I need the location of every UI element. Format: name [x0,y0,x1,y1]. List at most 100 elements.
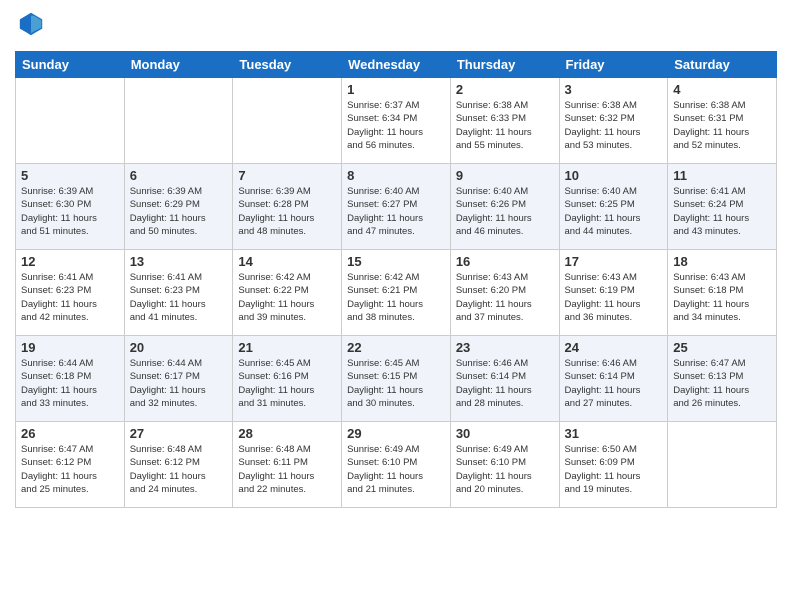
day-number: 28 [238,426,336,441]
logo-icon [17,10,45,38]
day-number: 24 [565,340,663,355]
day-number: 3 [565,82,663,97]
day-number: 14 [238,254,336,269]
day-number: 26 [21,426,119,441]
calendar: SundayMondayTuesdayWednesdayThursdayFrid… [15,51,777,508]
calendar-cell: 10 Sunrise: 6:40 AMSunset: 6:25 PMDayligh… [559,164,668,250]
calendar-cell: 13 Sunrise: 6:41 AMSunset: 6:23 PMDayligh… [124,250,233,336]
calendar-cell: 27 Sunrise: 6:48 AMSunset: 6:12 PMDayligh… [124,422,233,508]
day-number: 22 [347,340,445,355]
calendar-week-row: 5 Sunrise: 6:39 AMSunset: 6:30 PMDaylight… [16,164,777,250]
calendar-cell: 6 Sunrise: 6:39 AMSunset: 6:29 PMDaylight… [124,164,233,250]
day-info: Sunrise: 6:49 AMSunset: 6:10 PMDaylight:… [456,443,554,496]
calendar-cell: 8 Sunrise: 6:40 AMSunset: 6:27 PMDaylight… [342,164,451,250]
day-info: Sunrise: 6:48 AMSunset: 6:11 PMDaylight:… [238,443,336,496]
calendar-cell: 1 Sunrise: 6:37 AMSunset: 6:34 PMDaylight… [342,78,451,164]
day-info: Sunrise: 6:41 AMSunset: 6:23 PMDaylight:… [130,271,228,324]
calendar-cell: 14 Sunrise: 6:42 AMSunset: 6:22 PMDayligh… [233,250,342,336]
day-info: Sunrise: 6:49 AMSunset: 6:10 PMDaylight:… [347,443,445,496]
page: SundayMondayTuesdayWednesdayThursdayFrid… [0,0,792,612]
day-info: Sunrise: 6:47 AMSunset: 6:12 PMDaylight:… [21,443,119,496]
calendar-cell: 17Sunrise: 6:43 AMSunset: 6:19 PMDayligh… [559,250,668,336]
calendar-cell [124,78,233,164]
calendar-cell: 22Sunrise: 6:45 AMSunset: 6:15 PMDayligh… [342,336,451,422]
calendar-cell: 2 Sunrise: 6:38 AMSunset: 6:33 PMDaylight… [450,78,559,164]
day-number: 25 [673,340,771,355]
day-number: 9 [456,168,554,183]
calendar-cell: 25 Sunrise: 6:47 AMSunset: 6:13 PMDayligh… [668,336,777,422]
day-info: Sunrise: 6:39 AMSunset: 6:29 PMDaylight:… [130,185,228,238]
day-info: Sunrise: 6:48 AMSunset: 6:12 PMDaylight:… [130,443,228,496]
weekday-header: Saturday [668,52,777,78]
day-info: Sunrise: 6:46 AMSunset: 6:14 PMDaylight:… [456,357,554,410]
day-info: Sunrise: 6:42 AMSunset: 6:21 PMDaylight:… [347,271,445,324]
day-info: Sunrise: 6:44 AMSunset: 6:18 PMDaylight:… [21,357,119,410]
calendar-week-row: 26 Sunrise: 6:47 AMSunset: 6:12 PMDayligh… [16,422,777,508]
weekday-header-row: SundayMondayTuesdayWednesdayThursdayFrid… [16,52,777,78]
calendar-cell [233,78,342,164]
header [15,10,777,43]
day-number: 10 [565,168,663,183]
calendar-cell: 19Sunrise: 6:44 AMSunset: 6:18 PMDayligh… [16,336,125,422]
calendar-cell: 26 Sunrise: 6:47 AMSunset: 6:12 PMDayligh… [16,422,125,508]
day-number: 15 [347,254,445,269]
day-number: 17 [565,254,663,269]
day-number: 8 [347,168,445,183]
weekday-header: Sunday [16,52,125,78]
calendar-cell: 24 Sunrise: 6:46 AMSunset: 6:14 PMDayligh… [559,336,668,422]
calendar-cell [16,78,125,164]
calendar-cell: 15 Sunrise: 6:42 AMSunset: 6:21 PMDayligh… [342,250,451,336]
day-info: Sunrise: 6:50 AMSunset: 6:09 PMDaylight:… [565,443,663,496]
day-info: Sunrise: 6:43 AMSunset: 6:18 PMDaylight:… [673,271,771,324]
day-number: 5 [21,168,119,183]
day-number: 12 [21,254,119,269]
calendar-cell: 16 Sunrise: 6:43 AMSunset: 6:20 PMDayligh… [450,250,559,336]
day-info: Sunrise: 6:40 AMSunset: 6:27 PMDaylight:… [347,185,445,238]
day-info: Sunrise: 6:45 AMSunset: 6:16 PMDaylight:… [238,357,336,410]
day-number: 6 [130,168,228,183]
calendar-cell: 28 Sunrise: 6:48 AMSunset: 6:11 PMDayligh… [233,422,342,508]
weekday-header: Monday [124,52,233,78]
day-number: 23 [456,340,554,355]
day-info: Sunrise: 6:41 AMSunset: 6:24 PMDaylight:… [673,185,771,238]
day-info: Sunrise: 6:44 AMSunset: 6:17 PMDaylight:… [130,357,228,410]
calendar-cell: 11 Sunrise: 6:41 AMSunset: 6:24 PMDayligh… [668,164,777,250]
calendar-cell: 23 Sunrise: 6:46 AMSunset: 6:14 PMDayligh… [450,336,559,422]
day-number: 7 [238,168,336,183]
day-number: 16 [456,254,554,269]
calendar-cell: 9Sunrise: 6:40 AMSunset: 6:26 PMDaylight… [450,164,559,250]
calendar-cell: 21Sunrise: 6:45 AMSunset: 6:16 PMDayligh… [233,336,342,422]
day-info: Sunrise: 6:47 AMSunset: 6:13 PMDaylight:… [673,357,771,410]
day-info: Sunrise: 6:38 AMSunset: 6:31 PMDaylight:… [673,99,771,152]
calendar-cell: 7Sunrise: 6:39 AMSunset: 6:28 PMDaylight… [233,164,342,250]
day-number: 11 [673,168,771,183]
day-info: Sunrise: 6:38 AMSunset: 6:33 PMDaylight:… [456,99,554,152]
day-number: 27 [130,426,228,441]
day-number: 1 [347,82,445,97]
calendar-cell [668,422,777,508]
logo [15,10,45,43]
day-info: Sunrise: 6:43 AMSunset: 6:20 PMDaylight:… [456,271,554,324]
calendar-cell: 18Sunrise: 6:43 AMSunset: 6:18 PMDayligh… [668,250,777,336]
day-number: 13 [130,254,228,269]
calendar-cell: 30 Sunrise: 6:49 AMSunset: 6:10 PMDayligh… [450,422,559,508]
day-number: 2 [456,82,554,97]
weekday-header: Friday [559,52,668,78]
calendar-cell: 4Sunrise: 6:38 AMSunset: 6:31 PMDaylight… [668,78,777,164]
calendar-cell: 3 Sunrise: 6:38 AMSunset: 6:32 PMDaylight… [559,78,668,164]
day-info: Sunrise: 6:39 AMSunset: 6:30 PMDaylight:… [21,185,119,238]
day-number: 31 [565,426,663,441]
weekday-header: Wednesday [342,52,451,78]
day-info: Sunrise: 6:42 AMSunset: 6:22 PMDaylight:… [238,271,336,324]
weekday-header: Thursday [450,52,559,78]
day-info: Sunrise: 6:37 AMSunset: 6:34 PMDaylight:… [347,99,445,152]
calendar-week-row: 12 Sunrise: 6:41 AMSunset: 6:23 PMDayligh… [16,250,777,336]
calendar-cell: 5 Sunrise: 6:39 AMSunset: 6:30 PMDaylight… [16,164,125,250]
day-info: Sunrise: 6:46 AMSunset: 6:14 PMDaylight:… [565,357,663,410]
day-info: Sunrise: 6:40 AMSunset: 6:25 PMDaylight:… [565,185,663,238]
calendar-week-row: 1 Sunrise: 6:37 AMSunset: 6:34 PMDaylight… [16,78,777,164]
calendar-week-row: 19Sunrise: 6:44 AMSunset: 6:18 PMDayligh… [16,336,777,422]
day-number: 30 [456,426,554,441]
day-number: 29 [347,426,445,441]
day-info: Sunrise: 6:38 AMSunset: 6:32 PMDaylight:… [565,99,663,152]
